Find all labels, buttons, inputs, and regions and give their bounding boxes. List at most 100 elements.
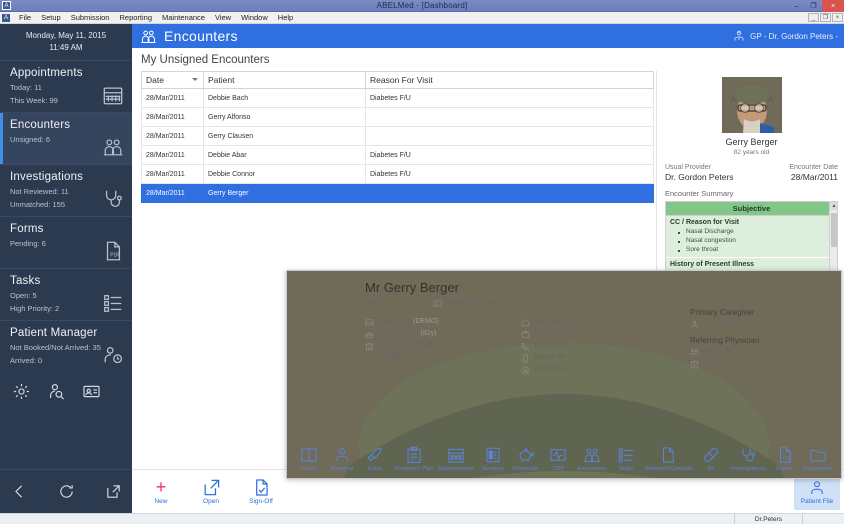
patient-icon xyxy=(808,479,826,497)
address-line-2: Burlington, ON xyxy=(378,349,424,356)
svg-text:PDF: PDF xyxy=(782,456,791,461)
sidebar-item-forms[interactable]: Forms Pending: 6 PDF xyxy=(0,216,132,268)
sidebar-label-appointments: Appointments xyxy=(10,67,83,80)
menu-item-maintenance[interactable]: Maintenance xyxy=(157,13,210,22)
popup-demographics-column: 00044101 (DEMO) 23/Jun/1932 (82y) 650 Ge… xyxy=(365,308,521,375)
table-row-selected[interactable]: 28/Mar/2011 Gerry Berger xyxy=(141,183,654,203)
module-documents[interactable]: Documents xyxy=(803,445,833,472)
module-treatment-plan[interactable]: Treatment Plan xyxy=(394,445,433,472)
patient-summary-popup: ⚲ MALE xyxy=(286,270,842,479)
column-header-patient[interactable]: Patient xyxy=(203,71,366,89)
menu-item-submission[interactable]: Submission xyxy=(66,13,115,22)
address-lines: 650 Geneva Park Burlington, ON L7N3M6 xyxy=(378,342,432,363)
referring-doctor-icon xyxy=(690,348,699,357)
module-financials[interactable]: Financials xyxy=(512,445,540,472)
chart-number-row: 00044101 (DEMO) xyxy=(365,318,521,327)
cell-patient: Gerry Alfonso xyxy=(203,107,366,127)
popout-icon[interactable] xyxy=(105,483,122,500)
current-user[interactable]: GP - Dr. Gordon Peters - xyxy=(732,24,838,48)
rocket-icon xyxy=(361,445,389,464)
module-rx[interactable]: Rx xyxy=(697,445,725,472)
referring-physician-row: Not on file xyxy=(690,348,841,357)
sidebar-item-investigations[interactable]: Investigations Not Reviewed: 11 Unmatche… xyxy=(0,164,132,216)
detail-patient-age: 82 years old xyxy=(733,149,770,156)
birthday-icon xyxy=(365,330,374,339)
module-investigations[interactable]: Investigations xyxy=(730,445,766,472)
summary-group-title: History of Present Illness xyxy=(670,261,755,268)
open-label: Open xyxy=(203,498,219,505)
encounters-table: Date Patient Reason For Visit 28/Mar/201… xyxy=(141,71,654,203)
patient-module-toolbar: Cover Personal Extra Treatment Plan Appo… xyxy=(287,445,841,472)
back-chevron-icon[interactable] xyxy=(11,483,28,500)
open-encounter-button[interactable]: Open xyxy=(194,478,228,505)
menu-item-reporting[interactable]: Reporting xyxy=(114,13,157,22)
sign-off-button[interactable]: Sign-Off xyxy=(244,478,278,505)
stethoscope-icon xyxy=(102,188,124,210)
gear-icon[interactable] xyxy=(12,382,31,401)
address-line-1: 650 Geneva Park xyxy=(378,342,433,349)
id-card-icon[interactable] xyxy=(82,382,101,401)
encounters-icon xyxy=(577,445,606,464)
table-row[interactable]: 28/Mar/2011 Debbie Abar Diabetes F/U xyxy=(141,145,654,165)
module-encounters[interactable]: Encounters xyxy=(577,445,607,472)
menu-item-setup[interactable]: Setup xyxy=(36,13,66,22)
sidebar-item-appointments[interactable]: Appointments Today: 11 This Week: 99 xyxy=(0,60,132,112)
detail-patient-name: Gerry Berger xyxy=(725,137,778,147)
work-phone-icon xyxy=(521,330,530,339)
sidebar-item-patient-manager[interactable]: Patient Manager Not Booked/Not Arrived: … xyxy=(0,320,132,372)
primary-caregiver-row: Dr. Gordon Peters xyxy=(690,320,841,329)
menu-item-help[interactable]: Help xyxy=(273,13,298,22)
patient-file-button[interactable]: Patient File xyxy=(794,474,840,510)
scrollbar-thumb[interactable] xyxy=(831,213,837,247)
sidebar-time: 11:49 AM xyxy=(49,42,83,52)
column-header-date[interactable]: Date xyxy=(141,71,204,89)
sidebar-item-tasks[interactable]: Tasks Open: 5 High Priority: 2 xyxy=(0,268,132,320)
cell-date: 28/Mar/2011 xyxy=(141,107,204,127)
table-row[interactable]: 28/Mar/2011 Debbie Connor Diabetes F/U xyxy=(141,164,654,184)
sidebar-label-forms: Forms xyxy=(10,223,44,236)
module-referrals-consults[interactable]: Referrals/Consults xyxy=(645,445,692,472)
menu-item-view[interactable]: View xyxy=(210,13,236,22)
refresh-icon[interactable] xyxy=(58,483,75,500)
module-services[interactable]: Services xyxy=(479,445,507,472)
new-label: New xyxy=(154,498,168,505)
sidebar-item-encounters[interactable]: Encounters Unsigned: 6 xyxy=(0,112,132,165)
mdi-minimize-button[interactable]: _ xyxy=(808,13,819,22)
menu-item-window[interactable]: Window xyxy=(236,13,273,22)
close-button[interactable]: × xyxy=(822,0,844,12)
module-forms[interactable]: PDF Forms xyxy=(771,445,799,472)
module-cpp[interactable]: CPP xyxy=(544,445,572,472)
module-personal[interactable]: Personal xyxy=(328,445,356,472)
module-appointments[interactable]: Appointments xyxy=(438,445,474,472)
new-encounter-button[interactable]: + New xyxy=(144,478,178,505)
status-bar: Dr.Peters xyxy=(0,513,844,524)
module-cover[interactable]: Cover xyxy=(295,445,323,472)
maximize-button[interactable]: ❐ xyxy=(805,0,822,12)
column-header-reason[interactable]: Reason For Visit xyxy=(365,71,654,89)
patient-file-label: Patient File xyxy=(800,498,834,505)
application-window: A ABELMed - [Dashboard] – ❐ × A File Set… xyxy=(0,0,844,524)
referring-physician-value: Not on file xyxy=(703,348,735,355)
cell-patient: Gerry Berger xyxy=(203,183,366,203)
module-label: Tasks xyxy=(618,466,634,472)
popup-photo-block: MALE xyxy=(287,271,841,478)
table-row[interactable]: 28/Mar/2011 Debbie Bach Diabetes F/U xyxy=(141,88,654,108)
mdi-close-button[interactable]: × xyxy=(832,13,843,22)
contact-mobile: Not on file xyxy=(521,354,690,363)
health-card-icon xyxy=(433,299,442,308)
module-tasks[interactable]: Tasks xyxy=(612,445,640,472)
minimize-button[interactable]: – xyxy=(788,0,805,12)
menu-item-file[interactable]: File xyxy=(14,13,36,22)
mdi-restore-button[interactable]: ❐ xyxy=(820,13,831,22)
scroll-up-icon[interactable]: ▲ xyxy=(830,202,837,210)
table-row[interactable]: 28/Mar/2011 Gerry Clausen xyxy=(141,126,654,146)
plus-icon: + xyxy=(155,477,167,497)
module-extra[interactable]: Extra xyxy=(361,445,389,472)
dob-row: 23/Jun/1932 (82y) xyxy=(365,330,521,339)
cell-reason: Diabetes F/U xyxy=(365,145,654,165)
page-title: Encounters xyxy=(164,28,238,44)
window-title: ABELMed - [Dashboard] xyxy=(376,1,468,10)
table-row[interactable]: 28/Mar/2011 Gerry Alfonso xyxy=(141,107,654,127)
patient-search-icon[interactable] xyxy=(47,382,66,401)
patient-photo xyxy=(287,271,841,478)
